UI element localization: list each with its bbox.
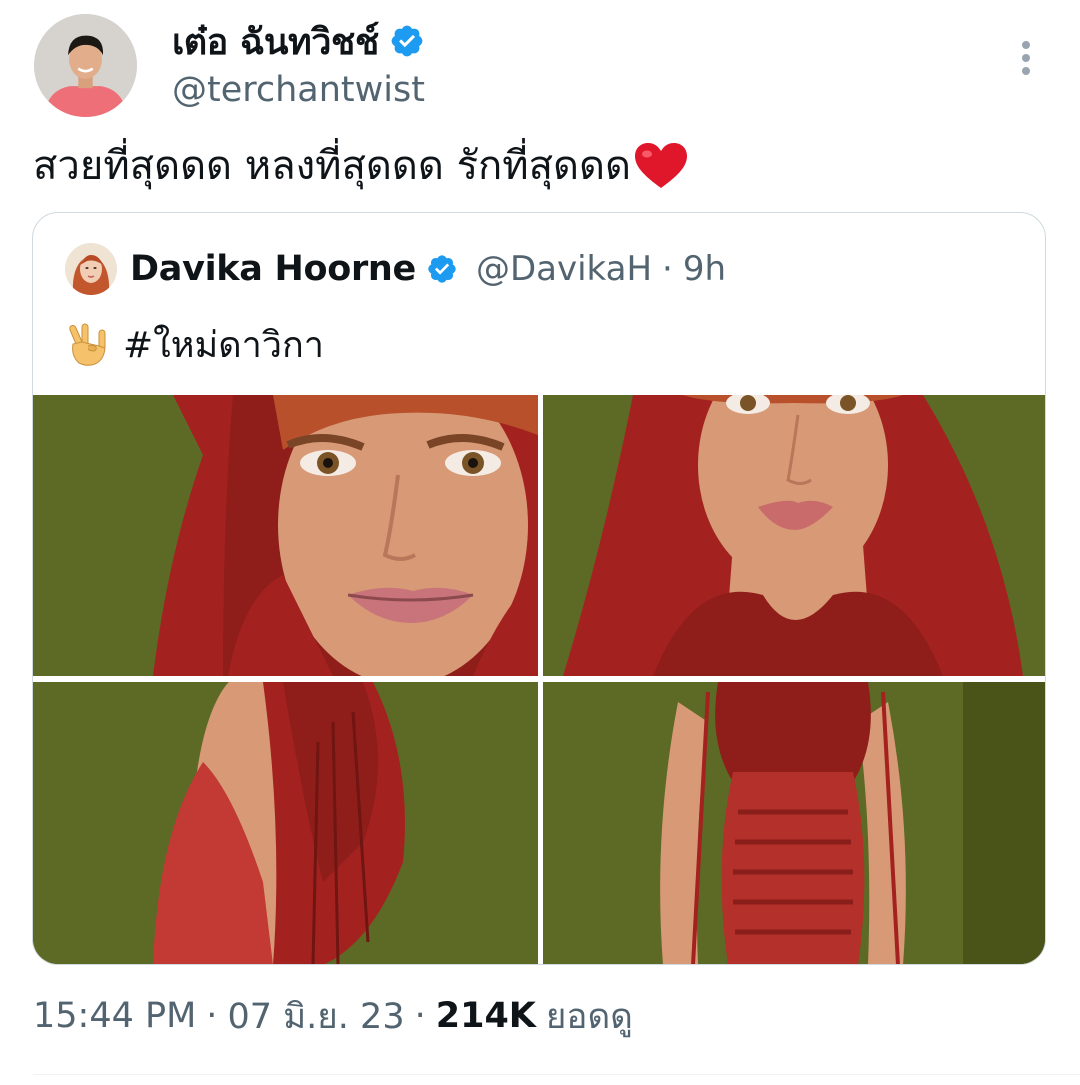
separator-dot: · <box>662 249 673 289</box>
quoted-tweet-header: Davika Hoorne @DavikaH · 9h <box>130 243 726 295</box>
tweet-time[interactable]: 15:44 PM <box>33 996 196 1036</box>
tweet-text-content: สวยที่สุดดด หลงที่สุดดด รักที่สุดดด <box>33 143 631 189</box>
photo-4[interactable] <box>543 682 1045 964</box>
separator-dot: · <box>206 996 218 1036</box>
back-view-image <box>33 682 538 964</box>
verified-badge-icon <box>428 255 456 283</box>
love-you-gesture-icon <box>69 323 106 366</box>
more-vertical-icon <box>1022 41 1030 75</box>
separator-dot: · <box>414 996 426 1036</box>
quoted-author-avatar[interactable] <box>65 243 117 295</box>
author-avatar-image <box>34 14 137 117</box>
quoted-tweet-time[interactable]: 9h <box>683 249 726 289</box>
quoted-tweet-text: #ใหม่ดาวิกา <box>63 316 324 372</box>
portrait-hood-image <box>543 395 1045 676</box>
views-label: ยอดดู <box>545 996 633 1037</box>
author-name-row[interactable]: เต๋อ ฉันทวิชช์ <box>172 16 425 66</box>
views-count: 214K <box>435 996 536 1036</box>
heart-icon <box>635 143 687 188</box>
front-dress-image <box>543 682 1045 964</box>
author-name[interactable]: เต๋อ ฉันทวิชช์ <box>172 13 379 70</box>
author-handle[interactable]: @terchantwist <box>172 70 425 110</box>
tweet-meta: 15:44 PM · 07 มิ.ย. 23 · 214K ยอดดู <box>33 988 633 1044</box>
quoted-author-name[interactable]: Davika Hoorne <box>130 249 416 289</box>
tweet-text: สวยที่สุดดด หลงที่สุดดด รักที่สุดดด <box>33 138 689 194</box>
verified-badge-icon <box>391 25 423 57</box>
divider <box>33 1074 1080 1075</box>
quoted-author-handle[interactable]: @DavikaH <box>476 249 652 289</box>
photo-1[interactable] <box>33 395 538 676</box>
author-avatar[interactable] <box>34 14 137 117</box>
quoted-tweet-hashtag[interactable]: #ใหม่ดาวิกา <box>123 316 324 373</box>
portrait-closeup-image <box>33 395 538 676</box>
photo-2[interactable] <box>543 395 1045 676</box>
quoted-author-avatar-image <box>65 243 117 295</box>
photo-3[interactable] <box>33 682 538 964</box>
quoted-tweet-card[interactable]: Davika Hoorne @DavikaH · 9h #ใหม่ดาวิกา <box>32 212 1046 965</box>
tweet-date[interactable]: 07 มิ.ย. 23 <box>227 989 404 1044</box>
more-options-button[interactable] <box>1004 36 1048 80</box>
media-grid <box>33 395 1045 964</box>
